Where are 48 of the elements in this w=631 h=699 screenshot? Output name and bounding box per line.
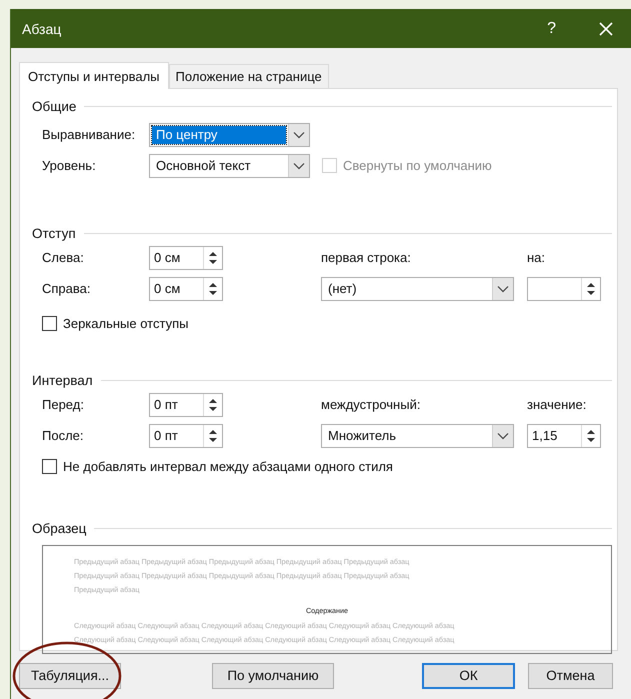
right-indent-spinbox[interactable]: 0 см — [149, 276, 223, 300]
chevron-down-icon — [497, 432, 509, 440]
field-label: Перед: — [41, 397, 85, 412]
first-line-dropdown[interactable]: (нет) — [321, 276, 514, 300]
before-spinbox[interactable]: 0 пт — [149, 392, 223, 416]
field-label: междустрочный: — [321, 397, 422, 412]
field-label: После: — [41, 428, 85, 443]
tab[interactable]: Отступы и интервалы — [19, 62, 169, 89]
dialog-button[interactable]: Табуляция... — [19, 662, 121, 688]
spin-arrows-icon — [208, 428, 218, 444]
field-label: первая строка: — [321, 250, 412, 265]
first-line-spinbox[interactable] — [527, 276, 601, 300]
spacing-value-spinbox[interactable]: 1,15 — [527, 424, 601, 448]
section-title: Интервал — [32, 372, 93, 388]
checkbox-label: Свернуты по умолчанию — [343, 158, 492, 173]
dialog-button[interactable]: По умолчанию — [212, 662, 334, 688]
help-button[interactable]: ? — [543, 20, 560, 38]
section-title: Общие — [32, 98, 76, 114]
dialog-button[interactable]: Отмена — [528, 662, 613, 688]
after-spinbox[interactable]: 0 пт — [149, 424, 223, 448]
field-label: Выравнивание: — [41, 127, 136, 142]
field-label: Слева: — [41, 250, 85, 265]
checkbox-label: Зеркальные отступы — [63, 316, 188, 331]
section-title: Отступ — [32, 226, 76, 240]
window-title: Абзац — [22, 20, 62, 36]
spin-arrows-icon — [586, 428, 596, 444]
checkbox-label: Не добавлять интервал между абзацами одного стиля — [63, 459, 393, 474]
tab[interactable]: Положение на странице — [168, 64, 329, 88]
line-spacing-dropdown[interactable]: Множитель — [321, 424, 514, 448]
spin-arrows-icon — [208, 396, 218, 412]
close-icon — [598, 20, 614, 36]
chevron-down-icon — [293, 162, 305, 170]
level-dropdown[interactable]: Основной текст — [149, 154, 310, 178]
chevron-down-icon — [497, 284, 509, 292]
field-label: на: — [527, 250, 546, 265]
field-label: Уровень: — [41, 158, 97, 173]
chevron-down-icon — [293, 130, 305, 138]
checkbox[interactable] — [42, 316, 57, 331]
field-label: Справа: — [41, 281, 92, 296]
spin-arrows-icon — [586, 280, 596, 296]
field-label: значение: — [527, 397, 586, 412]
spin-arrows-icon — [208, 250, 218, 266]
spin-arrows-icon — [208, 280, 218, 296]
section-title: Образец — [32, 520, 86, 536]
checkbox[interactable] — [42, 459, 57, 474]
left-indent-spinbox[interactable]: 0 см — [149, 246, 223, 270]
dialog-button[interactable]: ОК — [422, 662, 515, 688]
alignment-dropdown[interactable]: По центру — [149, 122, 310, 146]
